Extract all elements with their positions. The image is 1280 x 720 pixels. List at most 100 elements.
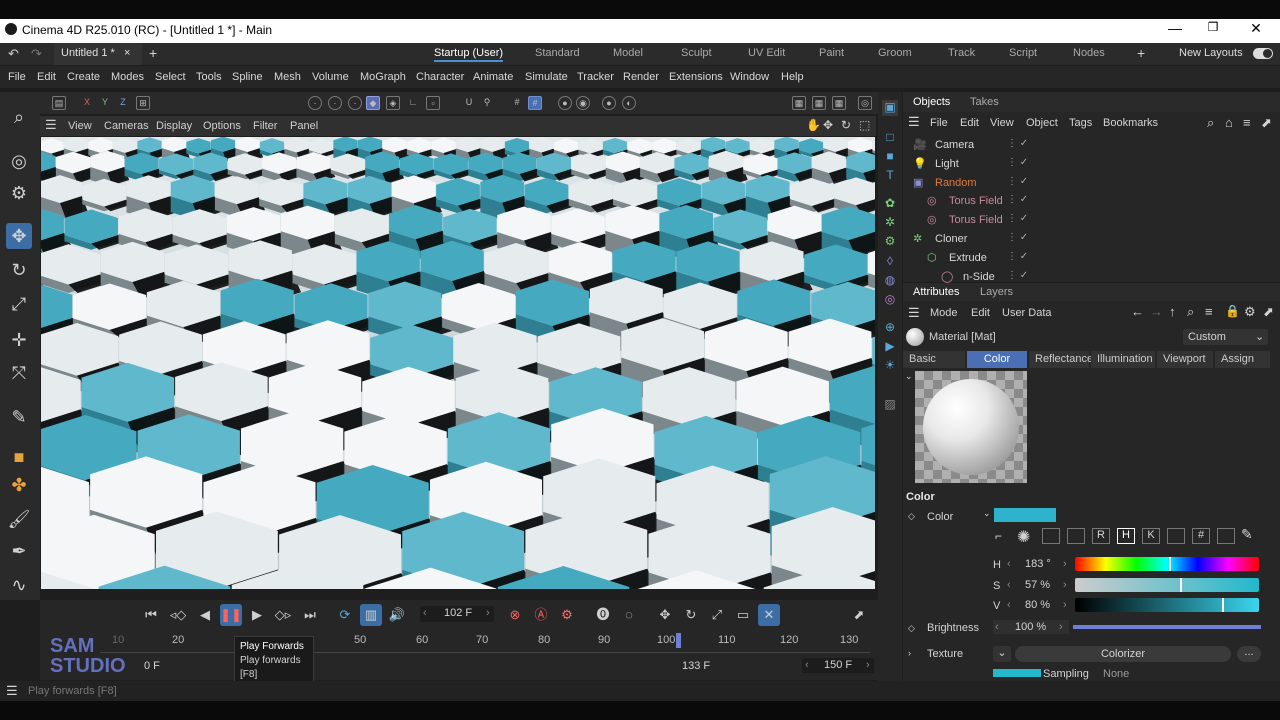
object-row[interactable]: 🎥 Camera ⋮ ✓ [903,136,1268,155]
lock-icon[interactable]: 🔒 [1225,304,1240,318]
redo-icon[interactable]: ↷ [31,46,42,62]
key-mode-icon[interactable]: ◌ [618,604,640,626]
layout-tab-startup[interactable]: Startup (User) [434,47,504,62]
attr-menu-mode[interactable]: Mode [930,307,958,319]
playhead[interactable] [676,633,681,648]
range-end-left[interactable]: 133 F [682,660,710,672]
polygons-mode-icon[interactable]: · [348,96,362,110]
menu-spline[interactable]: Spline [232,71,263,83]
hsv-mode-button[interactable]: H [1117,528,1135,544]
subtab-viewport[interactable]: Viewport [1157,351,1213,368]
kelvin-mode-button[interactable]: K [1142,528,1160,544]
live-selection-icon[interactable]: ◎ [6,148,32,174]
cloner-icon[interactable]: ✲ [882,215,898,231]
brightness-keyframe-icon[interactable]: ◇ [908,623,915,634]
add-layout-icon[interactable]: + [1137,45,1145,61]
object-menu-tags[interactable]: Tags [1069,117,1092,129]
collapse-icon[interactable]: ⌄ [905,371,913,382]
layout-icon[interactable]: ◎ [858,96,872,110]
points-mode-icon[interactable]: · [308,96,322,110]
tab-takes[interactable]: Takes [970,96,999,108]
brightness-field[interactable]: ‹ 100 % › [993,620,1069,634]
workplane-icon[interactable]: # [528,96,542,110]
subtab-reflectance[interactable]: Reflectance [1029,351,1093,368]
object-menu-object[interactable]: Object [1026,117,1058,129]
object-filter-icon[interactable]: ≡ [1243,115,1251,130]
menu-mograph[interactable]: MoGraph [360,71,406,83]
saturation-slider[interactable] [1075,578,1259,592]
model-mode-icon[interactable]: ◆ [366,96,380,110]
object-hamburger-icon[interactable]: ☰ [908,114,920,130]
status-menu-icon[interactable]: ☰ [6,683,18,699]
visibility-check-icon[interactable]: ⋮ ✓ [1007,157,1028,168]
history-icon[interactable]: ▤ [52,96,66,110]
menu-tracker[interactable]: Tracker [577,71,614,83]
new-document-icon[interactable]: + [149,45,157,61]
eyedropper-corner-icon[interactable]: ⌐ [995,529,1002,543]
cube-icon[interactable]: □ [882,130,898,146]
grid-snap-icon[interactable]: # [510,96,524,110]
primitive-icon[interactable]: ■ [6,444,32,470]
menu-file[interactable]: File [8,71,26,83]
visibility-check-icon[interactable]: ⋮ ✓ [1007,213,1028,224]
dolly-icon[interactable]: ✥ [823,118,833,132]
pan-icon[interactable]: ✋ [806,118,821,132]
light-strip-icon[interactable]: ☀ [882,358,898,374]
next-key-icon[interactable]: ◇▹ [272,604,294,626]
viewport-menu-filter[interactable]: Filter [253,120,277,132]
texture-more-button[interactable]: ... [1237,646,1261,662]
layout-tab-paint[interactable]: Paint [819,47,844,59]
fps-icon[interactable]: ▥ [360,604,382,626]
auto-key-icon[interactable]: Ⓐ [530,604,552,626]
menu-select[interactable]: Select [155,71,186,83]
layout-tab-nodes[interactable]: Nodes [1073,47,1105,59]
clapper-icon[interactable]: ▦ [792,96,806,110]
text-icon[interactable]: T [882,168,898,184]
attr-hamburger-icon[interactable]: ☰ [908,305,920,321]
menu-animate[interactable]: Animate [473,71,513,83]
layout-tab-groom[interactable]: Groom [878,47,912,59]
viewport-menu-options[interactable]: Options [203,120,241,132]
mograph-icon[interactable]: ✿ [882,196,898,212]
image-picker-icon[interactable] [1067,528,1085,544]
close-icon[interactable]: ✕ [1241,20,1271,37]
swatches-icon[interactable] [1217,528,1235,544]
color-swatch[interactable] [994,508,1056,522]
object-row[interactable]: ⬡ Extrude ⋮ ✓ [903,249,1268,268]
menu-edit[interactable]: Edit [37,71,56,83]
menu-modes[interactable]: Modes [111,71,144,83]
edges-mode-icon[interactable]: · [328,96,342,110]
value-slider[interactable] [1075,598,1259,612]
tab-attributes[interactable]: Attributes [913,286,959,298]
visibility-check-icon[interactable]: ⋮ ✓ [1007,176,1028,187]
object-row[interactable]: ✲ Cloner ⋮ ✓ [903,230,1268,249]
visibility-check-icon[interactable]: ⋮ ✓ [1007,194,1028,205]
key-position-icon[interactable]: ✥ [654,604,676,626]
spline-strip-icon[interactable]: ◎ [882,292,898,308]
layout-tab-track[interactable]: Track [948,47,975,59]
layout-tab-standard[interactable]: Standard [535,47,580,59]
transform-tool-icon[interactable]: ⤧ [6,360,32,386]
knife-icon[interactable]: ✎ [6,404,32,430]
tweak-mode-icon[interactable]: ▫ [426,96,440,110]
eyedropper-icon[interactable]: ✎ [1241,526,1253,543]
texture-expand-icon[interactable]: › [908,648,911,658]
undo-icon[interactable]: ↶ [8,46,19,62]
viewport-menu-panel[interactable]: Panel [290,120,318,132]
keyframe-diamond-icon[interactable]: ◇ [908,511,915,522]
sound-icon[interactable]: 🔊 [386,604,408,626]
play-forwards-button[interactable]: ❚❚ [220,604,242,626]
gear-move-icon[interactable]: ⚙ [6,180,32,206]
layout-tab-uv-edit[interactable]: UV Edit [748,47,785,59]
key-scale-icon[interactable]: ⤢ [706,604,728,626]
menu-window[interactable]: Window [730,71,769,83]
brightness-slider[interactable] [1073,625,1261,629]
misc-strip-icon[interactable]: ▨ [882,397,898,413]
keyframe-selection-icon[interactable]: ⓿ [592,604,614,626]
preset-dropdown[interactable]: Custom ⌄ [1183,329,1268,345]
field-icon[interactable]: ◍ [882,273,898,289]
current-frame-field[interactable]: ‹ 102 F › [420,606,494,622]
render-queue-icon[interactable]: ▦ [812,96,826,110]
tab-layers[interactable]: Layers [980,286,1013,298]
snap-move-icon[interactable]: ✛ [6,327,32,353]
